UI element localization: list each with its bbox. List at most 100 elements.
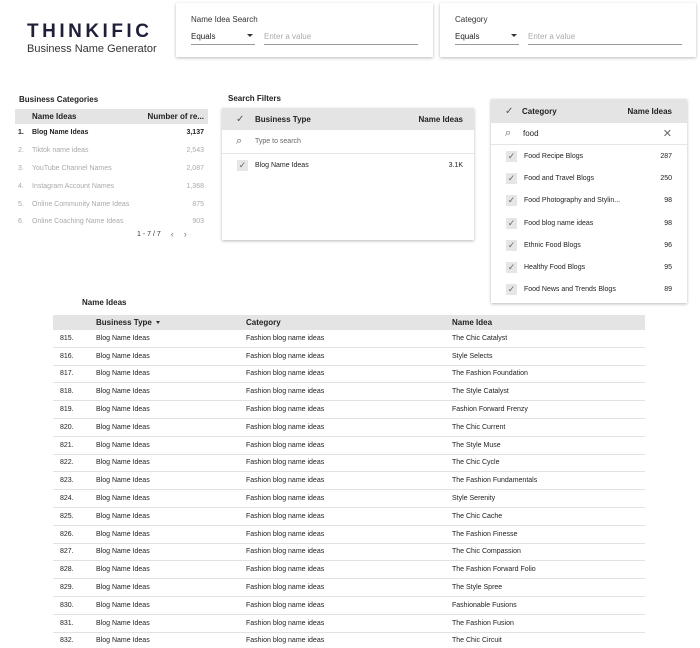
operator-dropdown[interactable]: Equals (191, 32, 255, 45)
filter-option-count: 95 (664, 264, 672, 272)
category-search-input[interactable]: Enter a value (528, 32, 682, 45)
search-icon: ⌕ (236, 135, 243, 147)
filter-option-label: Blog Name Ideas (255, 161, 309, 169)
search-filters-title: Search Filters (228, 94, 281, 103)
filter-header: ✓ Category Name Ideas (491, 99, 687, 123)
row-index: 826. (60, 530, 74, 538)
table-row[interactable]: 829. Blog Name Ideas Fashion blog name ide… (53, 579, 645, 597)
checkbox[interactable]: ✓ (237, 159, 248, 171)
table-row[interactable]: 831. Blog Name Ideas Fashion blog name ide… (53, 615, 645, 633)
operator-dropdown[interactable]: Equals (455, 32, 519, 45)
table-row[interactable]: 830. Blog Name Ideas Fashion blog name ide… (53, 597, 645, 615)
table-header: Name Ideas Number of re... (15, 109, 208, 124)
row-name-idea: The Chic Current (452, 423, 506, 431)
name-idea-search-input[interactable]: Enter a value (264, 32, 418, 45)
table-row[interactable]: 823. Blog Name Ideas Fashion blog name ide… (53, 472, 645, 491)
table-row[interactable]: 821. Blog Name Ideas Fashion blog name ide… (53, 437, 645, 455)
chevron-left-icon[interactable]: ‹ (171, 229, 174, 239)
chevron-right-icon[interactable]: › (184, 229, 187, 239)
column-header-business-type[interactable]: Business Type (96, 318, 246, 327)
chevron-down-icon (247, 34, 253, 37)
table-row[interactable]: 3. YouTube Channel Names 2,087 (15, 160, 208, 178)
row-category: Fashion blog name ideas (246, 601, 325, 609)
column-header-name[interactable]: Name Ideas (15, 112, 138, 121)
table-row[interactable]: 827. Blog Name Ideas Fashion blog name ide… (53, 544, 645, 562)
table-row[interactable]: 4. Instagram Account Names 1,368 (15, 177, 208, 195)
table-row[interactable]: 828. Blog Name Ideas Fashion blog name ide… (53, 561, 645, 580)
category-search[interactable]: ⌕ food ✕ (491, 123, 687, 145)
table-row[interactable]: 816. Blog Name Ideas Fashion blog name ide… (53, 348, 645, 366)
row-index: 817. (60, 370, 74, 378)
table-row[interactable]: 1. Blog Name Ideas 3,137 (15, 124, 208, 142)
row-category: Fashion blog name ideas (246, 334, 325, 342)
row-business-type: Blog Name Ideas (96, 548, 150, 556)
row-category: Fashion blog name ideas (246, 619, 325, 627)
row-business-type: Blog Name Ideas (96, 406, 150, 414)
row-name-idea: Fashion Forward Frenzy (452, 406, 528, 414)
checkbox[interactable]: ✓ (506, 195, 517, 207)
filter-option-count: 250 (660, 174, 672, 182)
table-row[interactable]: 832. Blog Name Ideas Fashion blog name ide… (53, 633, 645, 648)
row-category: Fashion blog name ideas (246, 495, 325, 503)
checkbox[interactable]: ✓ (506, 172, 517, 184)
close-icon[interactable]: ✕ (663, 127, 687, 140)
table-row[interactable]: 817. Blog Name Ideas Fashion blog name ide… (53, 366, 645, 384)
table-row[interactable]: 815. Blog Name Ideas Fashion blog name ide… (53, 330, 645, 348)
filter-option[interactable]: ✓ Food and Travel Blogs 250 (491, 167, 687, 189)
row-index: 820. (60, 423, 74, 431)
table-row[interactable]: 2. Tiktok name ideas 2,543 (15, 142, 208, 160)
filter-option-label: Food News and Trends Blogs (524, 286, 616, 294)
table-row[interactable]: 826. Blog Name Ideas Fashion blog name ide… (53, 526, 645, 544)
checkbox[interactable]: ✓ (506, 150, 517, 162)
column-header-label: Business Type (96, 318, 152, 327)
row-index: 831. (60, 619, 74, 627)
row-name-idea: The Fashion Forward Folio (452, 566, 536, 574)
table-row[interactable]: 825. Blog Name Ideas Fashion blog name ide… (53, 508, 645, 526)
check-icon[interactable]: ✓ (236, 114, 250, 125)
row-index: 6. (18, 218, 24, 226)
checkbox[interactable]: ✓ (506, 284, 517, 296)
table-row[interactable]: 822. Blog Name Ideas Fashion blog name ide… (53, 455, 645, 473)
search-icon: ⌕ (505, 127, 512, 139)
table-row[interactable]: 818. Blog Name Ideas Fashion blog name ide… (53, 383, 645, 402)
filter-option-count: 89 (664, 286, 672, 294)
row-business-type: Blog Name Ideas (96, 441, 150, 449)
filter-header-category: Category (522, 106, 557, 116)
column-header-name-idea[interactable]: Name Idea (452, 318, 645, 327)
row-business-type: Blog Name Ideas (96, 423, 150, 431)
table-row[interactable]: 820. Blog Name Ideas Fashion blog name ide… (53, 419, 645, 437)
check-icon[interactable]: ✓ (505, 106, 519, 117)
checkbox[interactable]: ✓ (506, 262, 517, 274)
filter-option[interactable]: ✓ Food Photography and Stylin... 98 (491, 190, 687, 212)
row-name-idea: The Style Catalyst (452, 388, 509, 396)
filter-option[interactable]: ✓ Food News and Trends Blogs 89 (491, 279, 687, 301)
column-header-category[interactable]: Category (246, 318, 452, 327)
logo: THINKIFIC Business Name Generator (27, 22, 157, 56)
row-count: 2,543 (186, 147, 204, 155)
table-row[interactable]: 824. Blog Name Ideas Fashion blog name ide… (53, 490, 645, 508)
row-index: 830. (60, 601, 74, 609)
checkbox[interactable]: ✓ (506, 217, 517, 229)
filter-option[interactable]: ✓ Food Recipe Blogs 287 (491, 145, 687, 167)
filter-search-input[interactable]: Type to search (250, 138, 301, 145)
checkbox[interactable]: ✓ (506, 239, 517, 251)
filter-option[interactable]: ✓ Ethnic Food Blogs 96 (491, 234, 687, 256)
table-header: Business Type Category Name Idea (53, 315, 645, 330)
row-name-idea: The Chic Circuit (452, 637, 502, 645)
business-categories-table: Name Ideas Number of re... 1. Blog Name I… (15, 109, 208, 231)
table-row[interactable]: 5. Online Community Name Ideas 875 (15, 195, 208, 213)
row-business-type: Blog Name Ideas (96, 477, 150, 485)
table-row[interactable]: 819. Blog Name Ideas Fashion blog name ide… (53, 401, 645, 419)
row-category: Fashion blog name ideas (246, 548, 325, 556)
filter-option-label: Healthy Food Blogs (524, 264, 586, 272)
filter-option[interactable]: ✓ Healthy Food Blogs 95 (491, 256, 687, 278)
row-index: 823. (60, 477, 74, 485)
filter-search[interactable]: ⌕ Type to search (222, 130, 474, 154)
operator-value: Equals (455, 32, 480, 41)
filter-option[interactable]: ✓ Blog Name Ideas 3.1K (222, 154, 474, 176)
column-header-count[interactable]: Number of re... (138, 112, 208, 121)
filter-option-count: 3.1K (448, 161, 463, 169)
row-name-idea: The Style Muse (452, 441, 501, 449)
category-search-input[interactable]: food (519, 129, 663, 138)
filter-option[interactable]: ✓ Food blog name ideas 98 (491, 212, 687, 234)
